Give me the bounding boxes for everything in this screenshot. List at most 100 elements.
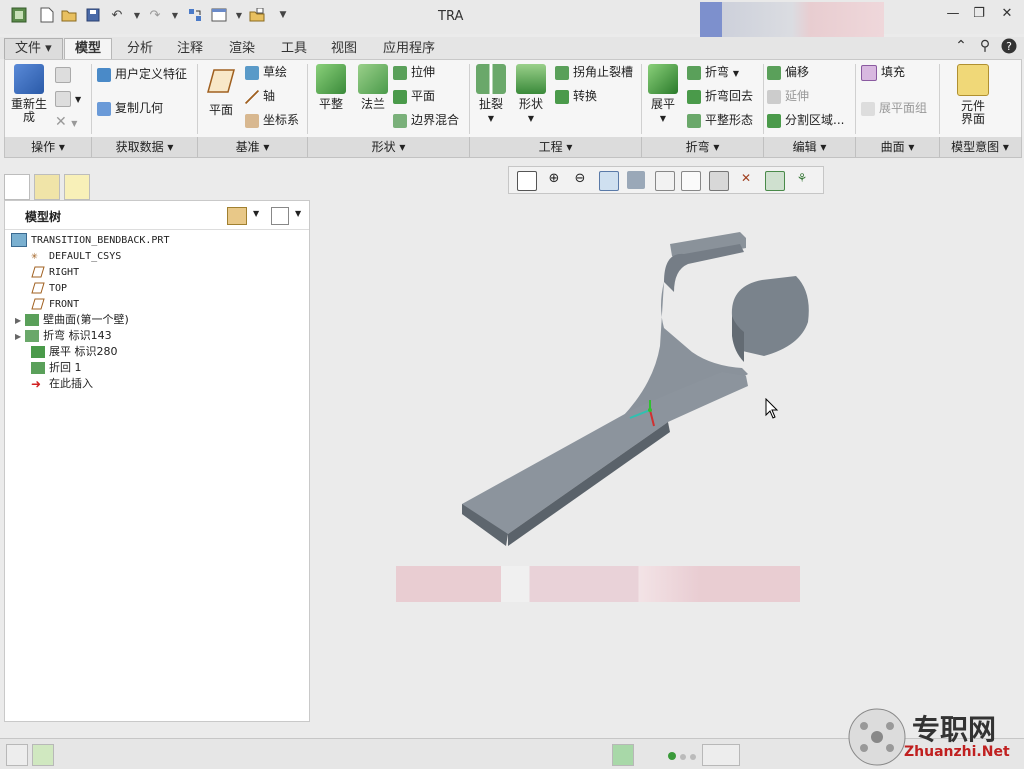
folder-browser-tab[interactable] bbox=[34, 174, 60, 200]
tab-model[interactable]: 模型 bbox=[64, 38, 113, 60]
spin-center-icon[interactable] bbox=[765, 171, 785, 191]
flatten-form-button[interactable]: 平整形态 bbox=[687, 110, 753, 130]
bend-back-button[interactable]: 折弯回去 bbox=[687, 86, 753, 106]
unbend-button[interactable]: 展平 ▼ bbox=[645, 64, 681, 125]
tab-annotate[interactable]: 注释 bbox=[166, 38, 214, 60]
undo-dropdown-icon[interactable]: ▼ bbox=[128, 6, 146, 24]
tree-item-part[interactable]: TRANSITION_BENDBACK.PRT bbox=[11, 233, 169, 249]
copy-geometry-button[interactable]: 复制几何 bbox=[97, 98, 163, 118]
split-area-button[interactable]: 分割区域... bbox=[767, 110, 844, 130]
group-shapes[interactable]: 形状 ▾ bbox=[308, 137, 470, 157]
regenerate-button[interactable]: 重新生成 bbox=[9, 64, 49, 124]
fill-button[interactable]: 填充 bbox=[861, 62, 905, 82]
tree-item-top[interactable]: TOP bbox=[31, 281, 67, 297]
redo-dropdown-icon[interactable]: ▼ bbox=[166, 6, 184, 24]
repaint-icon[interactable] bbox=[599, 171, 619, 191]
tree-item-wall[interactable]: ▶ 壁曲面(第一个壁) bbox=[15, 312, 129, 328]
navigator-toggle-icon[interactable] bbox=[6, 744, 28, 766]
form-button[interactable]: 形状 ▼ bbox=[513, 64, 549, 125]
restore-button[interactable]: ❐ bbox=[968, 6, 990, 26]
redo-icon[interactable]: ↷ bbox=[146, 6, 164, 24]
undo-icon[interactable]: ↶ bbox=[108, 6, 126, 24]
group-get-data[interactable]: 获取数据 ▾ bbox=[92, 137, 198, 157]
refit-icon[interactable] bbox=[517, 171, 537, 191]
selection-filter-icon[interactable] bbox=[702, 744, 740, 766]
app-icon[interactable] bbox=[10, 6, 28, 24]
tab-view[interactable]: 视图 bbox=[320, 38, 368, 60]
customize-toolbar-icon[interactable]: ▼ bbox=[274, 6, 292, 24]
csys-button[interactable]: 坐标系 bbox=[245, 110, 299, 130]
tree-item-right[interactable]: RIGHT bbox=[31, 265, 79, 281]
windows-dropdown-icon[interactable]: ▼ bbox=[230, 6, 248, 24]
paste-icon[interactable]: ▼ bbox=[55, 88, 81, 108]
tree-item-unbend[interactable]: 展平 标识280 bbox=[31, 344, 118, 360]
flat-pattern-button[interactable]: 展平面组 bbox=[861, 98, 927, 118]
save-icon[interactable] bbox=[84, 6, 102, 24]
minimize-button[interactable]: — bbox=[942, 6, 964, 26]
extend-button[interactable]: 延伸 bbox=[767, 86, 809, 106]
component-interface-button[interactable]: 元件界面 bbox=[949, 64, 997, 126]
tab-tools[interactable]: 工具 bbox=[270, 38, 318, 60]
plane-wall-button[interactable]: 平面 bbox=[393, 86, 435, 106]
zoom-out-icon[interactable]: ⊖ bbox=[571, 171, 589, 189]
axis-button[interactable]: 轴 bbox=[245, 86, 275, 106]
boundary-blend-button[interactable]: 边界混合 bbox=[393, 110, 459, 130]
close-button[interactable]: ✕ bbox=[996, 6, 1018, 26]
close-window-quick-icon[interactable] bbox=[248, 6, 266, 24]
new-file-icon[interactable] bbox=[38, 6, 56, 24]
group-bends[interactable]: 折弯 ▾ bbox=[642, 137, 764, 157]
rip-button[interactable]: 扯裂 ▼ bbox=[473, 64, 509, 125]
bend-button[interactable]: 折弯 ▼ bbox=[687, 62, 739, 82]
search-icon[interactable]: ⚲ bbox=[976, 38, 994, 56]
show-options-icon[interactable] bbox=[271, 207, 289, 225]
view-manager-icon[interactable] bbox=[681, 171, 701, 191]
perspective-view-icon[interactable] bbox=[709, 171, 729, 191]
group-datum[interactable]: 基准 ▾ bbox=[198, 137, 308, 157]
convert-button[interactable]: 转换 bbox=[555, 86, 597, 106]
group-model-intent[interactable]: 模型意图 ▾ bbox=[940, 137, 1020, 157]
regenerate-quick-icon[interactable] bbox=[186, 6, 204, 24]
extrude-button[interactable]: 拉伸 bbox=[393, 62, 435, 82]
expand-arrow-icon[interactable]: ▶ bbox=[15, 316, 21, 325]
favorites-tab[interactable] bbox=[64, 174, 90, 200]
regeneration-status-icon[interactable] bbox=[612, 744, 634, 766]
expand-arrow-icon[interactable]: ▶ bbox=[15, 332, 21, 341]
windows-icon[interactable] bbox=[210, 6, 228, 24]
tab-file[interactable]: 文件 ▾ bbox=[4, 38, 63, 60]
open-folder-icon[interactable] bbox=[60, 6, 78, 24]
graphics-area[interactable] bbox=[312, 196, 1024, 696]
tree-item-csys[interactable]: ✳ DEFAULT_CSYS bbox=[31, 249, 121, 265]
show-options-dropdown-icon[interactable]: ▼ bbox=[295, 209, 301, 218]
model-tree-tab[interactable] bbox=[4, 174, 30, 200]
minimize-ribbon-icon[interactable]: ⌃ bbox=[952, 38, 970, 56]
user-defined-feature-button[interactable]: 用户定义特征 bbox=[97, 64, 187, 84]
flat-wall-button[interactable]: 平整 bbox=[311, 64, 351, 111]
tree-settings-icon[interactable] bbox=[227, 207, 247, 225]
group-engineering[interactable]: 工程 ▾ bbox=[470, 137, 642, 157]
tab-applications[interactable]: 应用程序 bbox=[372, 38, 446, 60]
annotation-display-icon[interactable]: ⚘ bbox=[793, 171, 811, 189]
tree-item-bendback[interactable]: 折回 1 bbox=[31, 360, 82, 376]
tree-item-bend[interactable]: ▶ 折弯 标识143 bbox=[15, 328, 112, 344]
corner-relief-button[interactable]: 拐角止裂槽 bbox=[555, 62, 633, 82]
copy-icon[interactable] bbox=[55, 64, 75, 84]
plane-button[interactable]: 平面 bbox=[203, 68, 239, 117]
help-icon[interactable]: ? bbox=[1000, 38, 1018, 56]
group-editing[interactable]: 编辑 ▾ bbox=[764, 137, 856, 157]
delete-icon[interactable]: ✕ ▼ bbox=[55, 112, 77, 132]
sketch-button[interactable]: 草绘 bbox=[245, 62, 287, 82]
group-operations[interactable]: 操作 ▾ bbox=[5, 137, 92, 157]
tree-item-front[interactable]: FRONT bbox=[31, 297, 79, 313]
tab-render[interactable]: 渲染 bbox=[218, 38, 266, 60]
datum-display-filters-icon[interactable]: ✕ bbox=[737, 171, 755, 189]
sheetmetal-part[interactable] bbox=[462, 232, 809, 546]
flange-button[interactable]: 法兰 bbox=[353, 64, 393, 111]
offset-button[interactable]: 偏移 bbox=[767, 62, 809, 82]
display-style-icon[interactable] bbox=[627, 171, 645, 189]
browser-toggle-icon[interactable] bbox=[32, 744, 54, 766]
tab-analysis[interactable]: 分析 bbox=[116, 38, 164, 60]
tree-item-insert-here[interactable]: ➜ 在此插入 bbox=[31, 376, 93, 392]
zoom-in-icon[interactable]: ⊕ bbox=[545, 171, 563, 189]
tree-settings-dropdown-icon[interactable]: ▼ bbox=[253, 209, 259, 218]
group-surfaces[interactable]: 曲面 ▾ bbox=[856, 137, 940, 157]
